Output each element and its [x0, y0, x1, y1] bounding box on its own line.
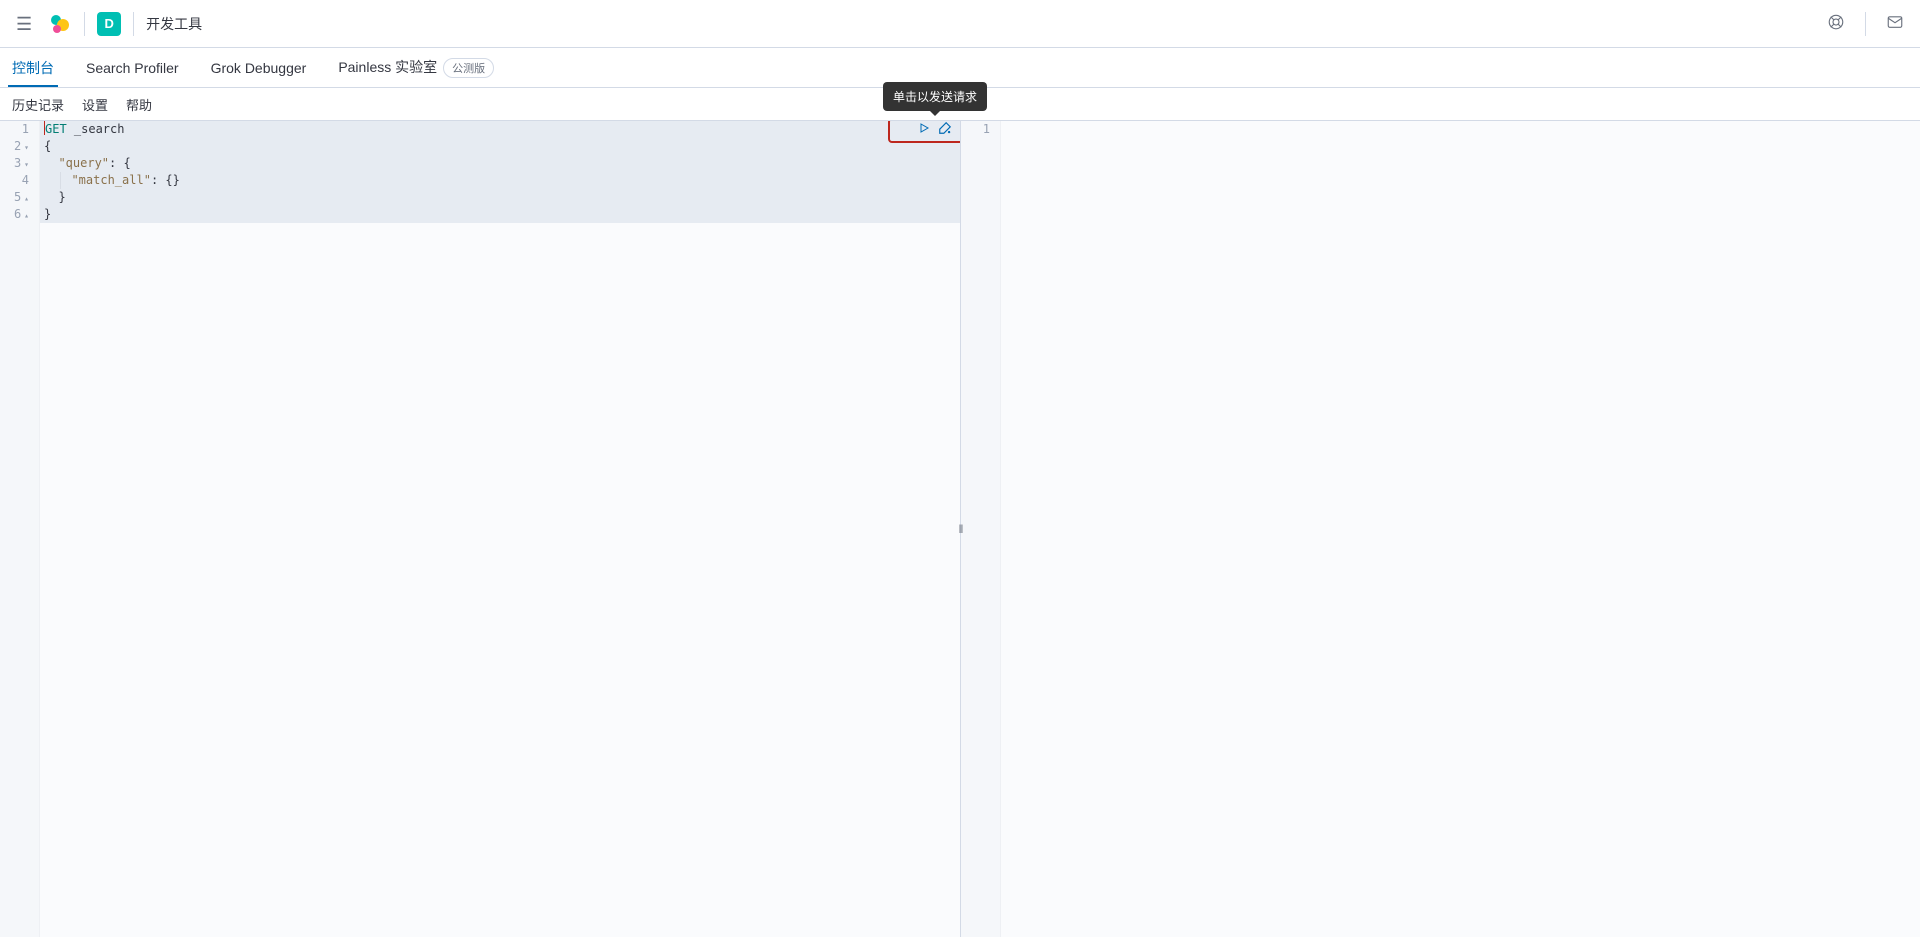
space-badge[interactable]: D [97, 12, 121, 36]
mail-icon [1886, 13, 1904, 34]
help-button[interactable] [1823, 9, 1849, 38]
tab-search-profiler[interactable]: Search Profiler [82, 52, 183, 84]
divider [133, 12, 134, 36]
divider [84, 12, 85, 36]
tab-grok-debugger[interactable]: Grok Debugger [207, 52, 311, 84]
request-pane: 123456 GET _search{ "query": { "match_al… [0, 120, 960, 937]
response-code [1001, 121, 1920, 937]
pane-resize-handle[interactable]: ‖ [959, 522, 962, 536]
console-workspace: 单击以发送请求 123456 GET _search{ "query": { "… [0, 120, 1920, 937]
nav-toggle-button[interactable]: ☰ [12, 11, 36, 37]
tab-painless-实验室[interactable]: Painless 实验室公测版 [334, 49, 498, 86]
tab-控制台[interactable]: 控制台 [8, 50, 58, 86]
newsfeed-button[interactable] [1882, 9, 1908, 38]
response-pane: 1 [960, 120, 1920, 937]
send-request-tooltip: 单击以发送请求 [883, 82, 987, 111]
settings-link[interactable]: 设置 [82, 95, 108, 114]
history-link[interactable]: 历史记录 [12, 95, 64, 114]
elastic-logo[interactable] [48, 12, 72, 36]
request-actions [910, 121, 960, 138]
top-header: ☰ D 开发工具 [0, 0, 1920, 48]
response-gutter: 1 [961, 121, 1001, 937]
help-link[interactable]: 帮助 [126, 95, 152, 114]
beta-badge: 公测版 [443, 58, 494, 78]
request-options-button[interactable] [938, 121, 952, 138]
send-request-button[interactable] [918, 122, 930, 137]
divider [1865, 12, 1866, 36]
request-editor[interactable]: 123456 GET _search{ "query": { "match_al… [0, 121, 960, 937]
request-code[interactable]: GET _search{ "query": { "match_all": {} … [40, 121, 960, 937]
lifebuoy-icon [1827, 13, 1845, 34]
hamburger-icon: ☰ [16, 15, 32, 33]
request-gutter: 123456 [0, 121, 40, 937]
response-editor[interactable]: 1 [961, 121, 1920, 937]
breadcrumb: 开发工具 [146, 14, 202, 34]
